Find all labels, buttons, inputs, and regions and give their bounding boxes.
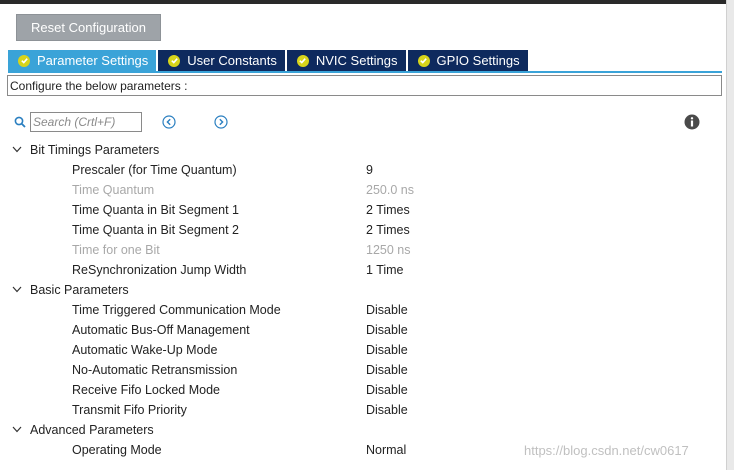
param-value: 1250 ns [366,243,411,257]
tab-label: NVIC Settings [315,53,398,68]
group-label: Advanced Parameters [30,423,154,437]
param-row: Time for one Bit 1250 ns [0,240,722,260]
param-name: Time Quanta in Bit Segment 1 [72,203,239,217]
param-value[interactable]: Disable [366,360,408,380]
param-value[interactable]: 1 Time [366,260,404,280]
search-bar [14,111,142,133]
chevron-down-icon[interactable] [12,426,22,433]
param-name: Automatic Wake-Up Mode [72,343,218,357]
param-value[interactable]: Disable [366,320,408,340]
tab-gpio-settings[interactable]: GPIO Settings [407,50,528,71]
param-value[interactable]: Disable [366,340,408,360]
group-label: Bit Timings Parameters [30,143,160,157]
check-circle-icon [417,54,430,67]
param-name: Operating Mode [72,443,162,457]
search-input[interactable] [30,112,142,132]
tab-underline [8,71,722,73]
param-value[interactable]: Disable [366,300,408,320]
window-top-border [0,0,734,4]
config-description: Configure the below parameters : [7,75,722,96]
settings-tabs: Parameter Settings User Constants NVIC S… [8,50,530,71]
reset-configuration-label: Reset Configuration [31,20,146,35]
param-row: Time Quantum 250.0 ns [0,180,722,200]
tab-label: User Constants [187,53,277,68]
param-name: Time Quantum [72,183,155,197]
chevron-right-circle-icon[interactable] [214,115,228,129]
param-name: Receive Fifo Locked Mode [72,383,220,397]
check-circle-icon [296,54,309,67]
param-row[interactable]: Prescaler (for Time Quantum) 9 [0,160,722,180]
chevron-left-circle-icon[interactable] [162,115,176,129]
reset-configuration-button[interactable]: Reset Configuration [16,14,161,41]
scrollbar-edge[interactable] [726,0,734,470]
param-value[interactable]: Disable [366,400,408,420]
tab-nvic-settings[interactable]: NVIC Settings [286,50,406,71]
chevron-down-icon[interactable] [12,146,22,153]
param-name: Transmit Fifo Priority [72,403,187,417]
param-value[interactable]: 2 Times [366,220,410,240]
param-name: ReSynchronization Jump Width [72,263,247,277]
param-row[interactable]: Time Quanta in Bit Segment 2 2 Times [0,220,722,240]
param-row[interactable]: Automatic Bus-Off Management Disable [0,320,722,340]
param-value[interactable]: 2 Times [366,200,410,220]
param-value[interactable]: Disable [366,380,408,400]
param-name: Automatic Bus-Off Management [72,323,250,337]
parameter-tree: Bit Timings Parameters Prescaler (for Ti… [0,140,722,460]
tab-label: Parameter Settings [37,53,149,68]
param-value[interactable]: 9 [366,160,373,180]
param-name: Time Triggered Communication Mode [72,303,281,317]
group-bit-timings[interactable]: Bit Timings Parameters [0,140,722,160]
param-value[interactable]: Normal [366,440,406,460]
param-row[interactable]: Receive Fifo Locked Mode Disable [0,380,722,400]
check-circle-icon [168,54,181,67]
check-circle-icon [18,54,30,67]
search-icon[interactable] [14,116,26,128]
param-row[interactable]: Time Quanta in Bit Segment 1 2 Times [0,200,722,220]
tab-parameter-settings[interactable]: Parameter Settings [8,50,157,71]
info-icon[interactable] [684,114,700,130]
watermark: https://blog.csdn.net/cw0617 [524,443,689,458]
param-row[interactable]: Automatic Wake-Up Mode Disable [0,340,722,360]
param-row[interactable]: No-Automatic Retransmission Disable [0,360,722,380]
param-name: Time for one Bit [72,243,160,257]
group-label: Basic Parameters [30,283,129,297]
group-basic-parameters[interactable]: Basic Parameters [0,280,722,300]
param-row[interactable]: Time Triggered Communication Mode Disabl… [0,300,722,320]
chevron-down-icon[interactable] [12,286,22,293]
param-row[interactable]: ReSynchronization Jump Width 1 Time [0,260,722,280]
param-name: Time Quanta in Bit Segment 2 [72,223,239,237]
group-advanced-parameters[interactable]: Advanced Parameters [0,420,722,440]
param-name: Prescaler (for Time Quantum) [72,163,237,177]
param-value: 250.0 ns [366,183,414,197]
param-name: No-Automatic Retransmission [72,363,238,377]
config-description-text: Configure the below parameters : [10,78,188,93]
tab-label: GPIO Settings [436,53,520,68]
tab-user-constants[interactable]: User Constants [158,50,285,71]
param-row[interactable]: Transmit Fifo Priority Disable [0,400,722,420]
